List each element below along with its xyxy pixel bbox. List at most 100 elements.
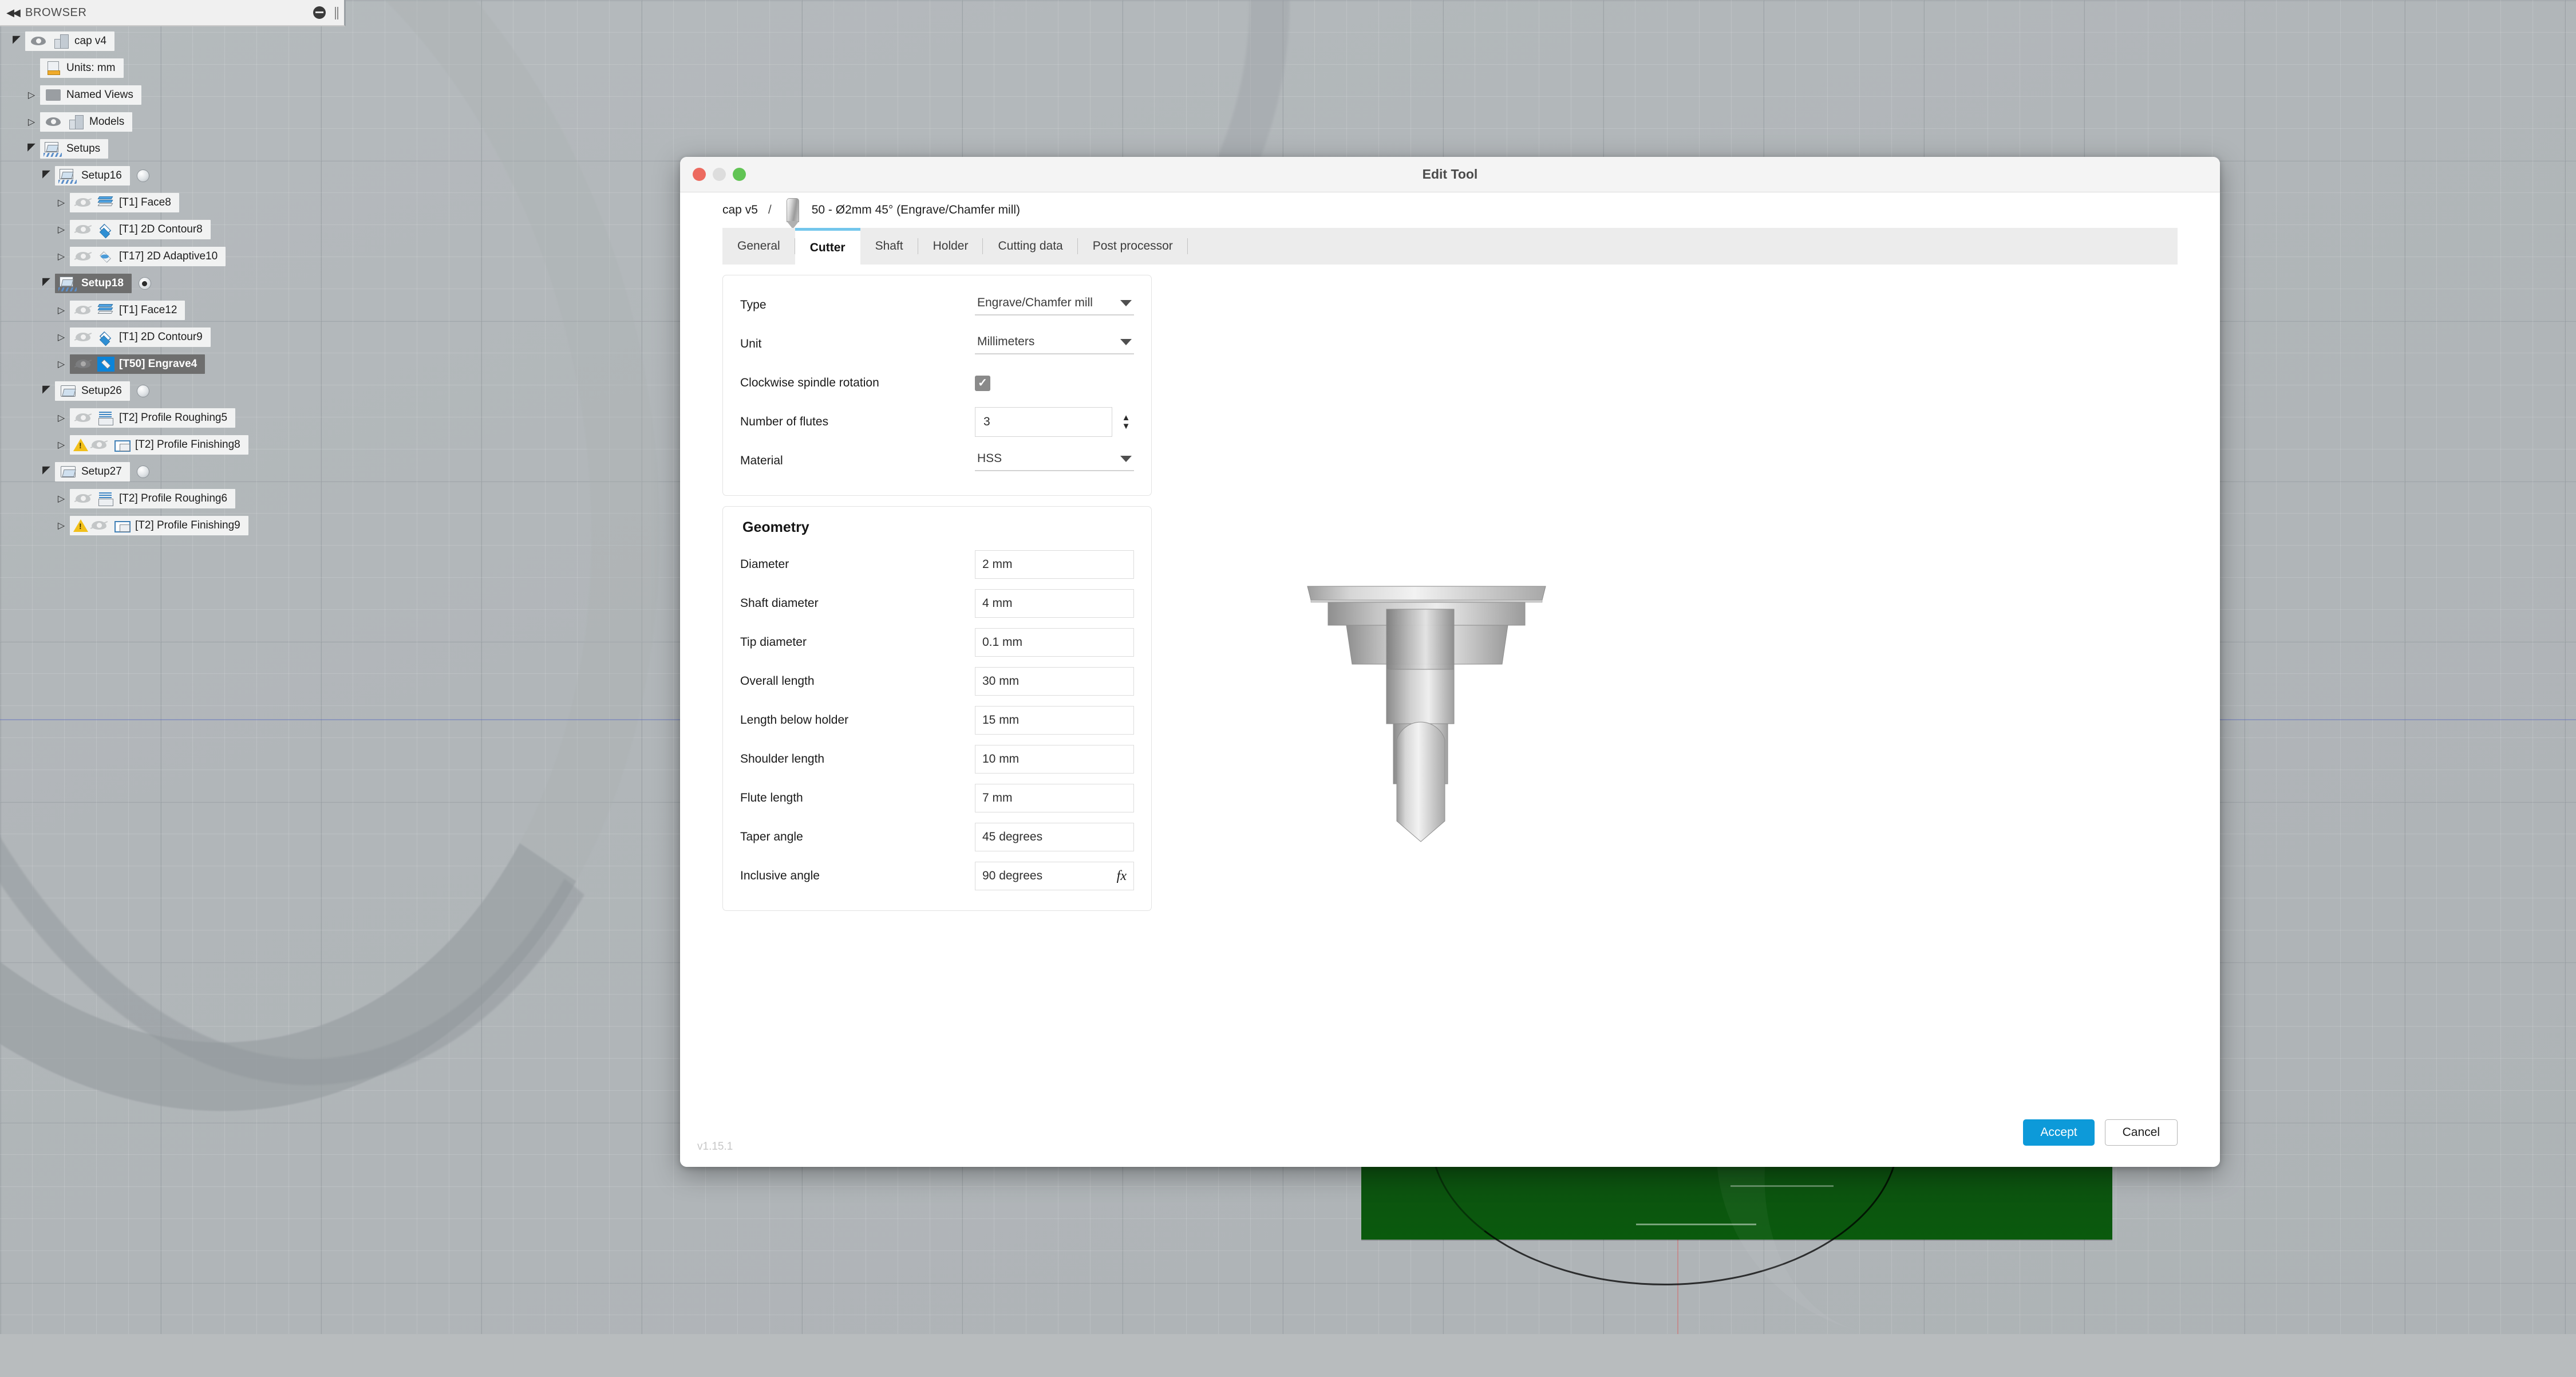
tree-item-t2-profile-roughing6[interactable]: [T2] Profile Roughing6 <box>0 485 346 512</box>
tree-item-body[interactable]: [T2] Profile Finishing9 <box>70 516 248 535</box>
tab-cutter[interactable]: Cutter <box>795 228 860 265</box>
breadcrumb-library[interactable]: cap v5 <box>722 203 758 217</box>
tree-item-models[interactable]: Models <box>0 108 346 135</box>
collapse-left-icon[interactable]: ◀◀ <box>0 7 25 19</box>
cancel-button[interactable]: Cancel <box>2105 1119 2178 1146</box>
stepper-arrows[interactable]: ▲▼ <box>1118 415 1134 429</box>
tree-item-body[interactable]: [T2] Profile Roughing5 <box>70 408 235 428</box>
tree-item-cap-v4[interactable]: cap v4 <box>0 27 346 54</box>
shoulder-length-input[interactable]: 10 mm <box>975 745 1134 774</box>
length-below-holder-input[interactable]: 15 mm <box>975 706 1134 735</box>
eye-off-icon[interactable] <box>73 302 93 318</box>
taper-angle-input[interactable]: 45 degrees <box>975 823 1134 851</box>
eye-icon[interactable] <box>29 33 48 49</box>
eye-off-icon[interactable] <box>89 437 109 453</box>
tree-item-units-mm[interactable]: Units: mm <box>0 54 346 81</box>
material-dropdown[interactable]: HSS <box>975 451 1134 471</box>
eye-off-icon[interactable] <box>89 518 109 534</box>
diameter-input[interactable]: 2 mm <box>975 550 1134 579</box>
tree-item-t1-2d-contour9[interactable]: [T1] 2D Contour9 <box>0 323 346 350</box>
overall-length-input[interactable]: 30 mm <box>975 667 1134 696</box>
caret-down-icon[interactable] <box>8 35 25 47</box>
tree-item-setups[interactable]: Setups <box>0 135 346 162</box>
caret-down-icon[interactable] <box>23 143 40 155</box>
tree-item-body[interactable]: Setup27 <box>55 462 130 482</box>
tree-item-body[interactable]: cap v4 <box>25 31 114 51</box>
caret-right-icon[interactable] <box>53 197 70 208</box>
expression-fx-icon[interactable]: fx <box>1117 869 1127 884</box>
number-of-flutes-input[interactable]: 3 <box>975 407 1112 437</box>
tree-item-body[interactable]: [T1] 2D Contour9 <box>70 328 211 347</box>
tree-item-t17-2d-adaptive10[interactable]: [T17] 2D Adaptive10 <box>0 243 346 270</box>
tree-item-setup18[interactable]: Setup18 <box>0 270 346 297</box>
tree-item-setup16[interactable]: Setup16 <box>0 162 346 189</box>
tree-item-t1-face8[interactable]: [T1] Face8 <box>0 189 346 216</box>
tree-item-body[interactable]: Named Views <box>40 85 141 105</box>
tree-item-t1-2d-contour8[interactable]: [T1] 2D Contour8 <box>0 216 346 243</box>
tree-item-body[interactable]: Setup26 <box>55 381 130 401</box>
caret-right-icon[interactable] <box>53 224 70 235</box>
tree-item-body[interactable]: Models <box>40 112 132 132</box>
eye-icon[interactable] <box>44 114 63 130</box>
caret-down-icon[interactable] <box>38 465 55 478</box>
setup-activate-toggle[interactable] <box>139 277 151 290</box>
caret-down-icon[interactable] <box>38 277 55 289</box>
accept-button[interactable]: Accept <box>2023 1119 2094 1146</box>
tree-item-body[interactable]: [T50] Engrave4 <box>70 354 205 374</box>
eye-off-icon[interactable] <box>73 195 93 211</box>
setup-activate-toggle[interactable] <box>137 169 149 182</box>
setup-activate-toggle[interactable] <box>137 385 149 397</box>
dialog-titlebar[interactable]: Edit Tool <box>680 157 2220 192</box>
caret-right-icon[interactable] <box>23 89 40 101</box>
tab-shaft[interactable]: Shaft <box>860 228 918 265</box>
tree-item-setup26[interactable]: Setup26 <box>0 377 346 404</box>
number-of-flutes-stepper[interactable]: 3▲▼ <box>975 407 1134 437</box>
tree-item-body[interactable]: [T2] Profile Finishing8 <box>70 435 248 455</box>
caret-right-icon[interactable] <box>53 251 70 262</box>
tree-item-body[interactable]: Setup18 <box>55 274 132 293</box>
tree-item-t2-profile-roughing5[interactable]: [T2] Profile Roughing5 <box>0 404 346 431</box>
tree-item-body[interactable]: Units: mm <box>40 58 124 78</box>
tab-holder[interactable]: Holder <box>918 228 983 265</box>
tree-item-t1-face12[interactable]: [T1] Face12 <box>0 297 346 323</box>
caret-right-icon[interactable] <box>53 520 70 531</box>
clockwise-spindle-rotation-checkbox[interactable] <box>975 376 990 391</box>
eye-off-icon[interactable] <box>73 222 93 238</box>
tree-item-t2-profile-finishing9[interactable]: [T2] Profile Finishing9 <box>0 512 346 539</box>
tree-item-body[interactable]: [T1] 2D Contour8 <box>70 220 211 239</box>
tree-item-body[interactable]: Setup16 <box>55 166 130 186</box>
minimize-button[interactable] <box>713 168 726 181</box>
caret-right-icon[interactable] <box>53 439 70 451</box>
eye-off-icon[interactable] <box>73 410 93 426</box>
tree-item-body[interactable]: [T2] Profile Roughing6 <box>70 489 235 508</box>
tree-item-named-views[interactable]: Named Views <box>0 81 346 108</box>
caret-right-icon[interactable] <box>53 412 70 424</box>
eye-off-icon[interactable] <box>73 356 93 372</box>
stepper-up-icon[interactable]: ▲ <box>1122 415 1131 420</box>
close-button[interactable] <box>693 168 706 181</box>
tree-item-body[interactable]: [T1] Face12 <box>70 301 185 320</box>
tree-item-t50-engrave4[interactable]: [T50] Engrave4 <box>0 350 346 377</box>
caret-right-icon[interactable] <box>53 493 70 504</box>
caret-right-icon[interactable] <box>23 116 40 128</box>
panel-resize-grip[interactable] <box>335 7 338 19</box>
tab-general[interactable]: General <box>722 228 795 265</box>
caret-down-icon[interactable] <box>38 169 55 182</box>
tab-cutting-data[interactable]: Cutting data <box>983 228 1077 265</box>
eye-off-icon[interactable] <box>73 491 93 507</box>
inclusive-angle-input[interactable]: 90 degreesfx <box>975 862 1134 890</box>
flute-length-input[interactable]: 7 mm <box>975 784 1134 812</box>
tab-post-processor[interactable]: Post processor <box>1078 228 1188 265</box>
tree-item-t2-profile-finishing8[interactable]: [T2] Profile Finishing8 <box>0 431 346 458</box>
unit-dropdown[interactable]: Millimeters <box>975 334 1134 354</box>
shaft-diameter-input[interactable]: 4 mm <box>975 589 1134 618</box>
setup-activate-toggle[interactable] <box>137 465 149 478</box>
caret-right-icon[interactable] <box>53 332 70 343</box>
eye-off-icon[interactable] <box>73 248 93 265</box>
eye-off-icon[interactable] <box>73 329 93 345</box>
type-dropdown[interactable]: Engrave/Chamfer mill <box>975 295 1134 315</box>
stepper-down-icon[interactable]: ▼ <box>1122 424 1131 429</box>
tree-item-body[interactable]: Setups <box>40 139 108 159</box>
tree-item-setup27[interactable]: Setup27 <box>0 458 346 485</box>
minimize-icon[interactable] <box>313 6 326 19</box>
